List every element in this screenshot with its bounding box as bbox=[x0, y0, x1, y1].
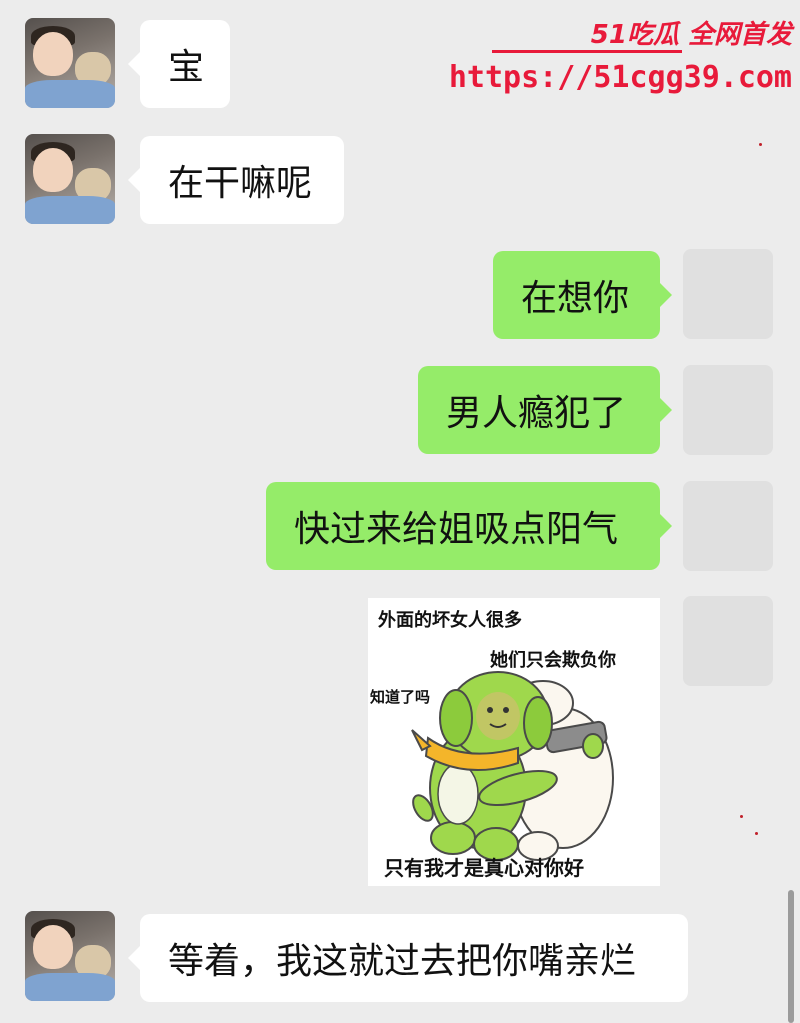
scrollbar[interactable] bbox=[788, 890, 794, 1023]
message-text: 在干嘛呢 bbox=[168, 163, 313, 204]
sticker-caption-3: 知道了吗 bbox=[370, 688, 431, 706]
message-text: 等着，我这就过去把你嘴亲烂 bbox=[168, 941, 637, 982]
sticker-image[interactable]: 外面的坏女人很多 她们只会欺负你 知道了吗 只有我才是真心对你好 bbox=[368, 598, 660, 886]
watermark-brand: 51吃瓜 全网首发 bbox=[590, 20, 792, 50]
sticker-caption-4: 只有我才是真心对你好 bbox=[384, 856, 584, 880]
stray-dot bbox=[740, 815, 743, 818]
contact-avatar[interactable] bbox=[25, 134, 115, 224]
sticker-caption-1: 外面的坏女人很多 bbox=[378, 610, 522, 631]
contact-avatar[interactable] bbox=[25, 911, 115, 1001]
self-avatar[interactable] bbox=[683, 249, 773, 339]
self-avatar[interactable] bbox=[683, 365, 773, 455]
stray-dot bbox=[755, 832, 758, 835]
contact-avatar[interactable] bbox=[25, 18, 115, 108]
message-bubble-received[interactable]: 宝 bbox=[128, 20, 230, 108]
watermark-url: https://51cgg39.com bbox=[448, 60, 792, 95]
self-avatar[interactable] bbox=[683, 481, 773, 571]
watermark-line bbox=[492, 50, 682, 53]
message-text: 快过来给姐吸点阳气 bbox=[294, 509, 619, 550]
sticker-caption-2: 她们只会欺负你 bbox=[490, 650, 616, 671]
message-bubble-received[interactable]: 等着，我这就过去把你嘴亲烂 bbox=[128, 914, 688, 1002]
message-text: 宝 bbox=[168, 47, 205, 88]
message-bubble-sent[interactable]: 在想你 bbox=[493, 251, 672, 339]
message-text: 在想你 bbox=[521, 278, 630, 319]
sticker-illustration bbox=[411, 671, 614, 861]
message-text: 男人瘾犯了 bbox=[446, 393, 627, 434]
message-bubble-sent[interactable]: 快过来给姐吸点阳气 bbox=[266, 482, 672, 570]
self-avatar[interactable] bbox=[683, 596, 773, 686]
message-bubble-received[interactable]: 在干嘛呢 bbox=[128, 136, 344, 224]
watermark: 51吃瓜 全网首发 https://51cgg39.com bbox=[449, 6, 792, 96]
message-bubble-sent[interactable]: 男人瘾犯了 bbox=[418, 366, 672, 454]
stray-dot bbox=[759, 143, 762, 146]
